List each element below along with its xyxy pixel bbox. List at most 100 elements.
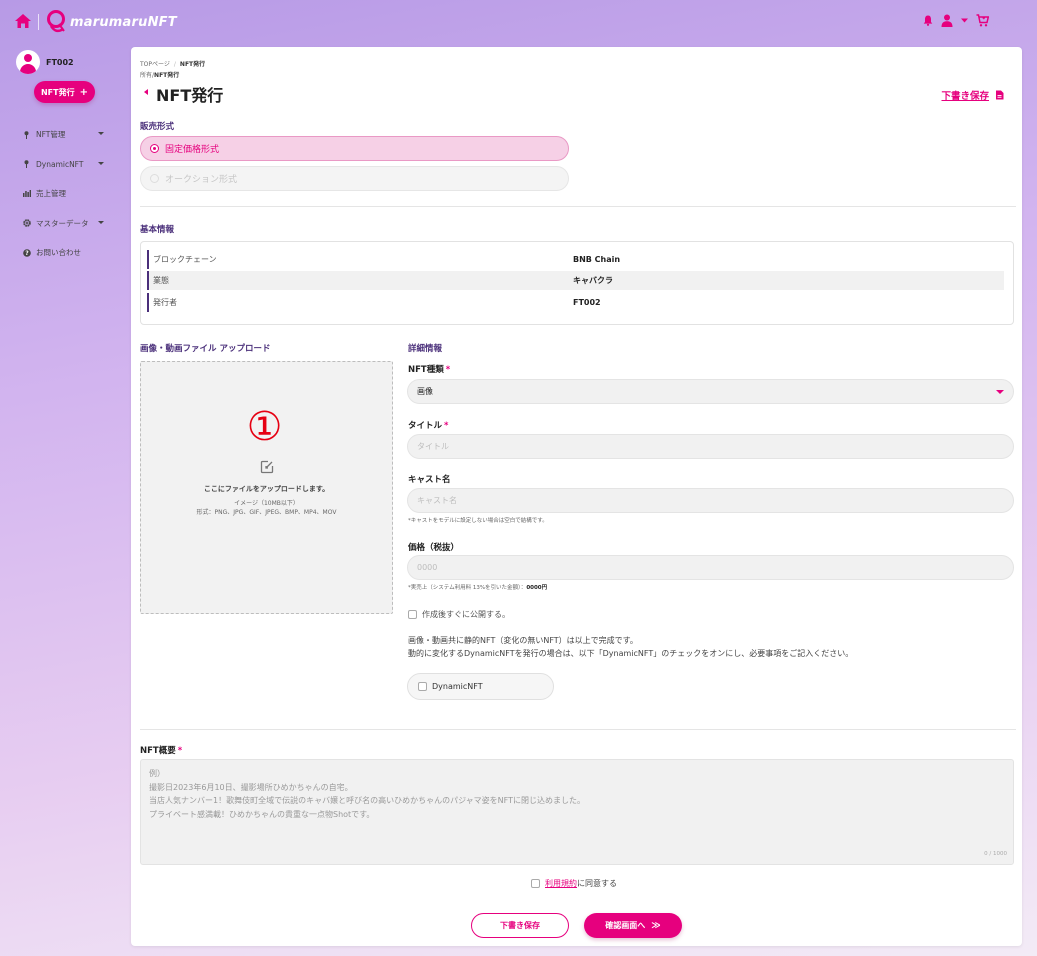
sidebar-item-nft-management[interactable]: NFT管理 xyxy=(22,120,122,150)
sidebar-item-sales[interactable]: 売上管理 xyxy=(22,179,122,209)
nft-issue-button-label: NFT発行 xyxy=(40,87,75,97)
description-line-2: 動的に変化するDynamicNFTを発行の場合は、以下「DynamicNFT」の… xyxy=(408,649,854,658)
confirm-button[interactable]: 確認画面へ ≫ xyxy=(584,913,682,938)
radio-auction-label: オークション形式 xyxy=(165,175,238,185)
nft-type-value: 画像 xyxy=(417,387,433,396)
chevron-down-icon xyxy=(98,161,104,165)
plus-icon: + xyxy=(79,86,88,98)
breadcrumb-sub-parent[interactable]: 所有 xyxy=(140,72,152,79)
nft-type-label: NFT種類 * xyxy=(408,363,450,375)
cast-name-input[interactable]: キャスト名 xyxy=(407,488,1014,513)
breadcrumb: TOPページ / NFT発行 xyxy=(140,61,206,68)
draft-save-link-label: 下書き保存 xyxy=(941,91,989,102)
section-divider xyxy=(140,206,1016,207)
terms-link[interactable]: 利用規約 xyxy=(545,878,577,889)
dynamicnft-label: DynamicNFT xyxy=(432,682,483,691)
bell-icon[interactable] xyxy=(923,15,933,26)
price-note: *実売上（システム利用料 13%を引いた金額）：0000円 xyxy=(408,583,547,591)
pin-icon xyxy=(22,130,31,139)
file-upload-dropzone[interactable]: ① ここにファイルをアップロードします。 イメージ（10MB以下） 形式：PNG… xyxy=(140,361,393,614)
upload-size-hint: イメージ（10MB以下） xyxy=(234,500,299,507)
description-line-1: 画像・動画共に静的NFT（変化の無いNFT）は以上で完成です。 xyxy=(408,636,638,645)
header-actions xyxy=(923,14,989,27)
help-icon: ? xyxy=(22,248,31,257)
title-placeholder: タイトル xyxy=(417,442,449,451)
table-cell-value: キャバクラ xyxy=(573,276,613,285)
table-cell-value: FT002 xyxy=(573,298,601,307)
svg-text:?: ? xyxy=(25,250,29,257)
publish-checkbox-row[interactable]: 作成後すぐに公開する。 xyxy=(408,609,510,620)
price-note-prefix: *実売上（システム利用料 13%を引いた金額）： xyxy=(408,585,527,591)
draft-save-button[interactable]: 下書き保存 xyxy=(471,913,569,938)
overview-placeholder-line: プライベート感満載！ひめかちゃんの貴重な一点物Shotです。 xyxy=(149,809,375,819)
table-cell-value: BNB Chain xyxy=(573,255,621,264)
price-note-value: 0000円 xyxy=(526,585,548,591)
nft-issue-button[interactable]: NFT発行 + xyxy=(34,81,95,103)
profile[interactable]: FT002 xyxy=(16,50,74,74)
back-arrow-icon[interactable] xyxy=(144,89,148,95)
gear-icon xyxy=(22,219,31,228)
document-icon xyxy=(996,90,1004,100)
publish-checkbox-label: 作成後すぐに公開する。 xyxy=(422,610,510,619)
logo[interactable]: marumaruNFT xyxy=(46,8,177,36)
price-input[interactable]: 0000 xyxy=(407,555,1014,580)
overview-placeholder-line: 撮影日2023年6月10日、撮影場所ひめかちゃんの自宅。 xyxy=(149,782,353,792)
chevron-down-icon xyxy=(996,390,1004,394)
title-label: タイトル * xyxy=(408,419,448,431)
sidebar-item-dynamicnft[interactable]: DynamicNFT xyxy=(22,150,122,180)
annotation-number: ① xyxy=(246,404,283,450)
breadcrumb-home[interactable]: TOPページ xyxy=(140,61,170,68)
sidebar-item-label: NFT管理 xyxy=(36,130,66,140)
top-bar: marumaruNFT xyxy=(0,0,1037,46)
chevron-down-icon xyxy=(98,132,104,135)
breadcrumb-current: NFT発行 xyxy=(179,61,206,68)
table-row: ブロックチェーン BNB Chain xyxy=(147,250,1004,269)
details-label: 詳細情報 xyxy=(408,344,443,354)
overview-textarea[interactable]: 例） 撮影日2023年6月10日、撮影場所ひめかちゃんの自宅。 当店人気ナンバー… xyxy=(140,759,1014,865)
chevron-down-icon[interactable] xyxy=(961,18,968,23)
terms-agree-text: に同意する xyxy=(577,879,617,888)
price-placeholder: 0000 xyxy=(417,563,438,572)
upload-label: 画像・動画ファイル アップロード xyxy=(140,344,271,354)
nft-type-select[interactable]: 画像 xyxy=(407,379,1014,404)
basic-info-label: 基本情報 xyxy=(140,225,175,235)
title-label-text: タイトル xyxy=(408,421,443,431)
sidebar-item-label: マスターデータ xyxy=(36,218,89,228)
overview-label: NFT概要 * xyxy=(140,744,182,756)
dynamicnft-toggle[interactable]: DynamicNFT xyxy=(407,673,554,700)
radio-auction[interactable]: オークション形式 xyxy=(140,166,569,191)
logo-text: marumaruNFT xyxy=(70,14,177,30)
upload-instruction: ここにファイルをアップロードします。 xyxy=(203,485,330,493)
chevron-down-icon xyxy=(98,220,104,224)
publish-checkbox[interactable] xyxy=(408,610,417,619)
title-input[interactable]: タイトル xyxy=(407,434,1014,459)
home-icon[interactable] xyxy=(14,13,32,29)
sidebar-item-contact[interactable]: ? お問い合わせ xyxy=(22,238,122,268)
dynamicnft-checkbox[interactable] xyxy=(418,682,427,691)
draft-save-link[interactable]: 下書き保存 xyxy=(941,88,1004,102)
pin-icon xyxy=(22,160,31,169)
logo-mark-icon xyxy=(47,10,65,33)
required-mark: * xyxy=(444,421,449,431)
radio-dot xyxy=(150,144,159,153)
required-mark: * xyxy=(177,746,183,756)
upload-icon xyxy=(260,460,274,474)
bar-chart-icon xyxy=(22,189,31,198)
user-icon[interactable] xyxy=(941,14,953,27)
sale-format-label: 販売形式 xyxy=(140,122,175,132)
radio-fixed-price[interactable]: 固定価格形式 xyxy=(140,136,569,161)
character-count: 0 / 1000 xyxy=(984,850,1007,857)
overview-label-text: NFT概要 xyxy=(140,746,176,756)
cart-icon[interactable] xyxy=(976,14,989,27)
table-cell-key: ブロックチェーン xyxy=(153,255,217,264)
overview-placeholder-line: 当店人気ナンバー1！歌舞伎町全域で伝説のキャバ嬢と呼び名の高いひめかちゃんのパジ… xyxy=(149,796,586,805)
table-cell-key: 業態 xyxy=(153,276,169,285)
terms-checkbox[interactable] xyxy=(531,879,540,888)
page-title: NFT発行 xyxy=(156,86,224,105)
breadcrumb-sub-current: NFT発行 xyxy=(154,72,180,79)
main-content: TOPページ / NFT発行 所有/NFT発行 NFT発行 下書き保存 販売形式 固… xyxy=(131,47,1022,946)
sidebar-item-label: DynamicNFT xyxy=(36,159,84,169)
profile-name: FT002 xyxy=(46,57,74,67)
sidebar-item-master-data[interactable]: マスターデータ xyxy=(22,209,122,239)
breadcrumb-sub: 所有/NFT発行 xyxy=(140,72,180,79)
